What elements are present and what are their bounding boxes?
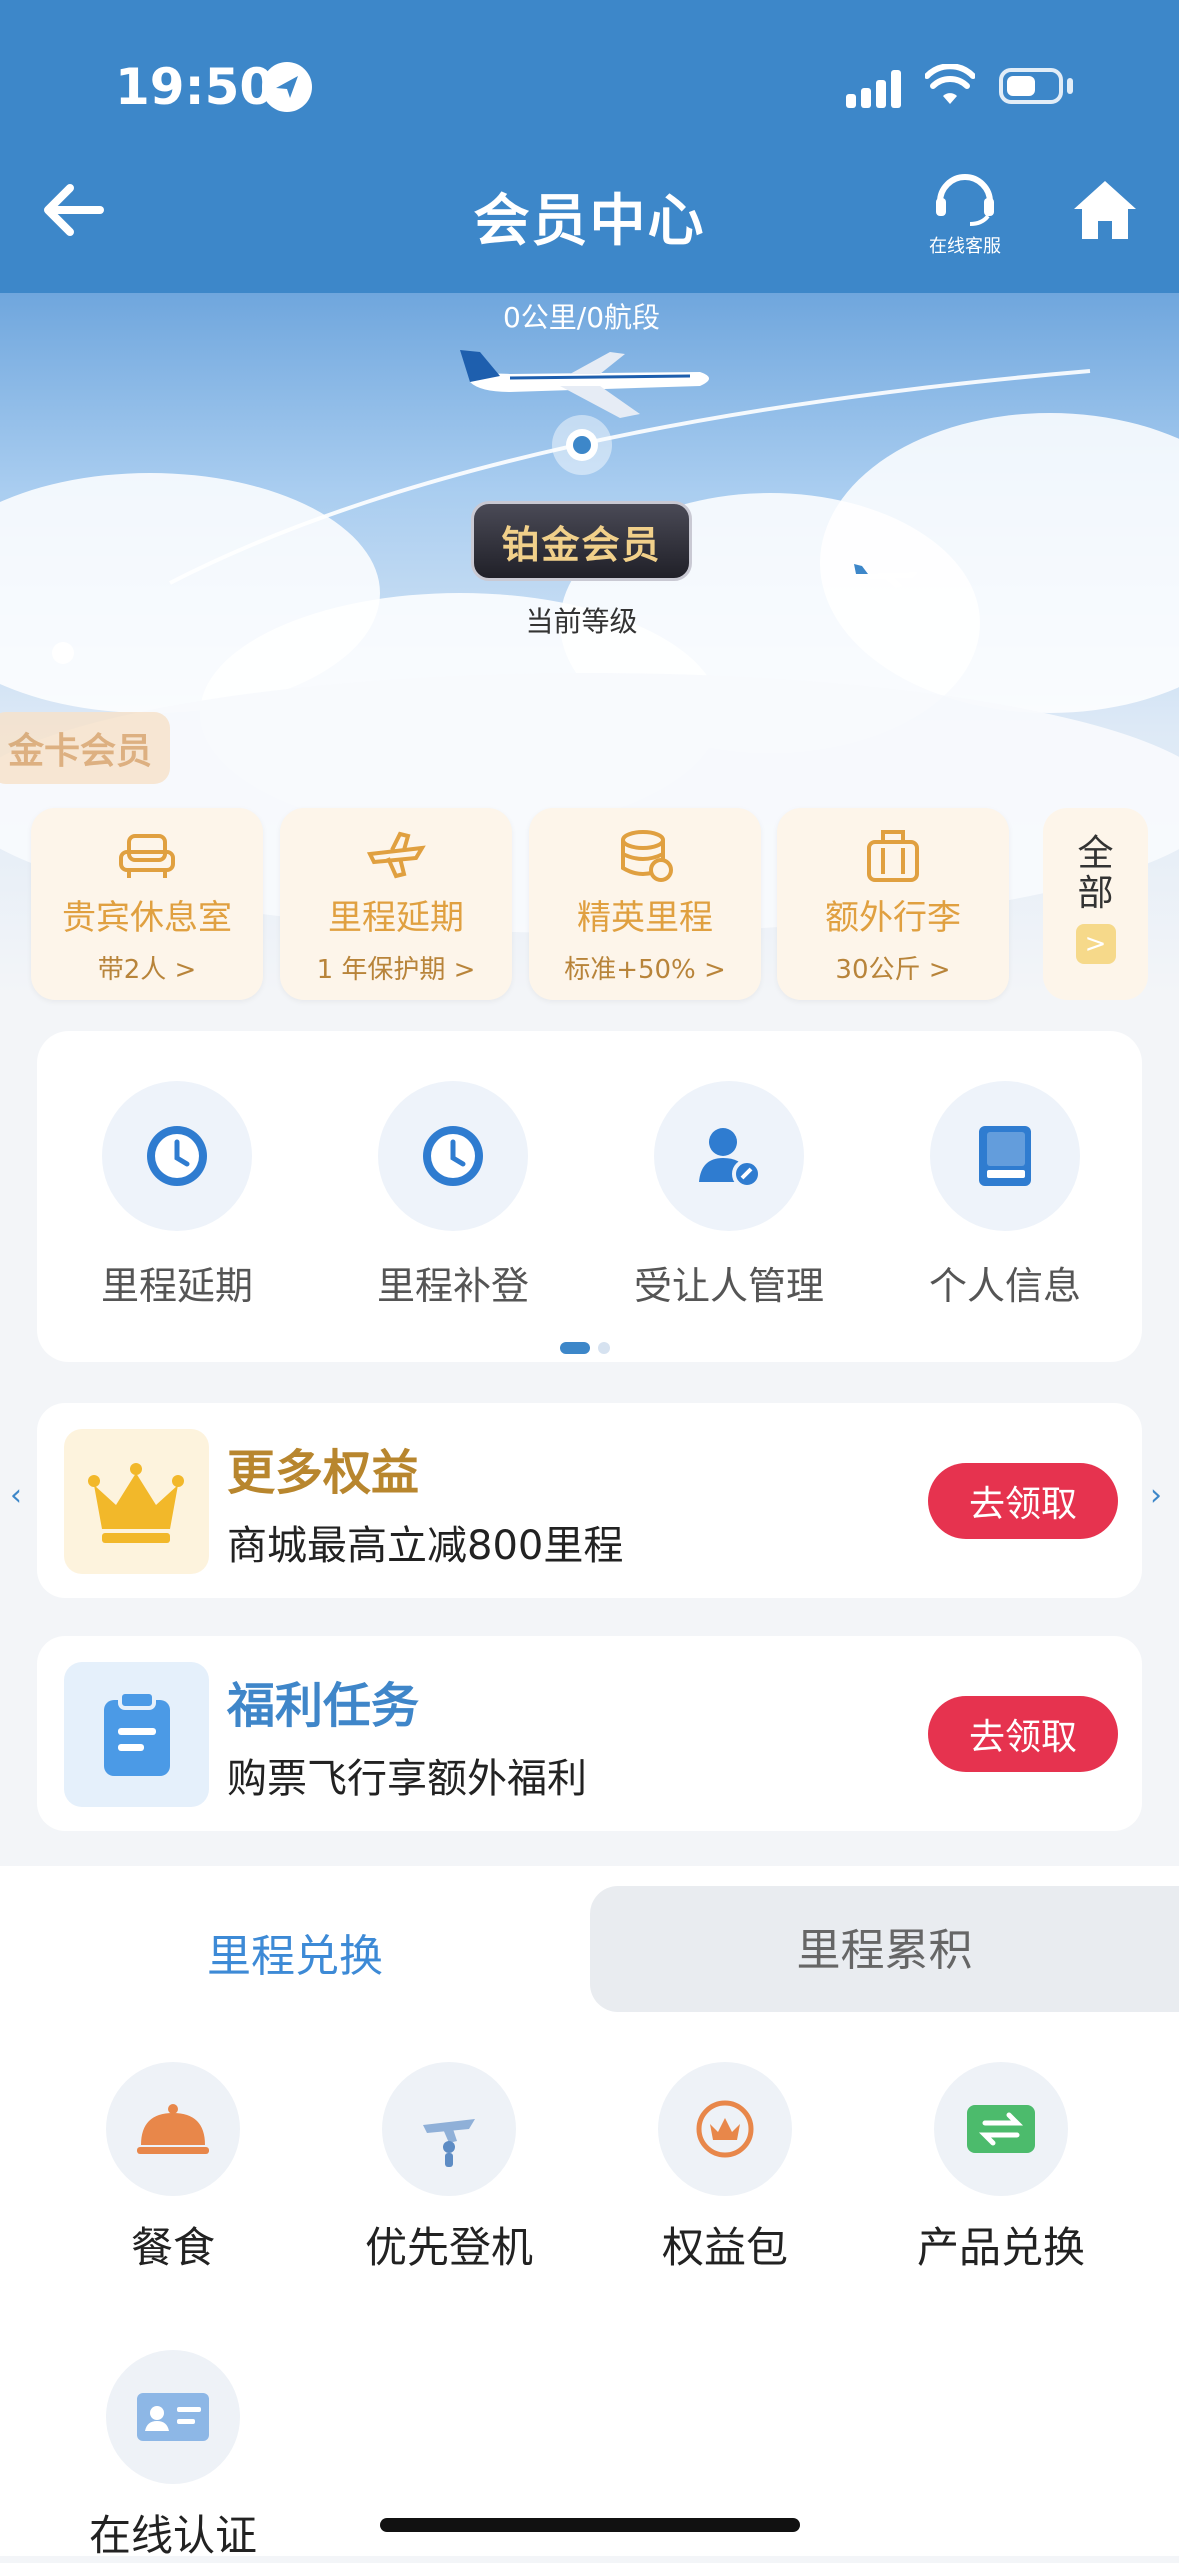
benefit-card-extra-baggage[interactable]: 额外行李 30公斤 > (777, 808, 1009, 1000)
promo-title: 更多权益 (227, 1445, 420, 1501)
quick-action-mileage-extend[interactable]: 里程延期 (62, 1081, 292, 1310)
current-level-caption: 当前等级 (525, 605, 638, 638)
crown-badge-icon (658, 2062, 792, 2196)
battery-icon (999, 68, 1063, 104)
chevron-left-icon[interactable]: ‹ (10, 1478, 22, 1513)
tab-mileage-exchange-label[interactable]: 里程兑换 (0, 1920, 590, 1984)
promo-subtitle: 商城最高立减800里程 (227, 1523, 624, 1569)
exchange-item-meal[interactable]: 餐食 (58, 2062, 288, 2275)
all-benefits-label: 全部 (1077, 833, 1114, 914)
pager-dot-active (560, 1342, 590, 1354)
all-benefits-button[interactable]: 全部 > (1043, 808, 1148, 1000)
airplane-icon (450, 342, 720, 422)
previous-level-tag[interactable]: 金卡会员 (0, 712, 170, 784)
sofa-icon (117, 828, 177, 884)
home-icon[interactable] (1070, 175, 1140, 245)
wifi-icon (924, 63, 976, 108)
level-track-dot (52, 642, 74, 664)
quick-action-beneficiary[interactable]: 受让人管理 (614, 1081, 844, 1310)
promo-subtitle: 购票飞行享额外福利 (227, 1756, 587, 1802)
pager-dot (598, 1342, 610, 1354)
headset-icon[interactable] (930, 168, 1000, 226)
chevron-right-icon[interactable]: › (1150, 1478, 1162, 1513)
boarding-icon (382, 2062, 516, 2196)
quick-action-mileage-claim[interactable]: 里程补登 (338, 1081, 568, 1310)
exchange-item-label: 权益包 (661, 2223, 788, 2272)
user-manage-icon (654, 1081, 804, 1231)
benefit-card-mileage-extend[interactable]: 里程延期 1 年保护期 > (280, 808, 512, 1000)
benefit-sub: 1 年保护期 > (316, 955, 476, 985)
benefit-sub: 标准+50% > (564, 955, 726, 985)
exchange-item-label: 优先登机 (364, 2223, 533, 2272)
location-arrow-icon (262, 62, 312, 112)
quick-action-label: 里程补登 (376, 1264, 529, 1308)
clipboard-icon (64, 1662, 209, 1807)
luggage-icon (863, 828, 923, 884)
benefit-title: 里程延期 (328, 898, 464, 938)
benefit-card-elite-mileage[interactable]: 精英里程 标准+50% > (529, 808, 761, 1000)
benefit-title: 精英里程 (577, 898, 713, 938)
quick-actions-panel: 里程延期 里程补登 受让人管理 个人信息 (37, 1031, 1142, 1362)
id-card-icon (106, 2350, 240, 2484)
claim-button[interactable]: 去领取 (928, 1696, 1118, 1772)
coins-icon (615, 828, 675, 884)
quick-action-label: 里程延期 (100, 1264, 253, 1308)
exchange-item-benefit-pack[interactable]: 权益包 (610, 2062, 840, 2275)
crown-icon (64, 1429, 209, 1574)
quick-action-personal-info[interactable]: 个人信息 (890, 1081, 1120, 1310)
exchange-item-priority-boarding[interactable]: 优先登机 (334, 2062, 564, 2275)
exchange-item-online-verification[interactable]: 在线认证 (58, 2350, 288, 2563)
promo-more-benefits[interactable]: 更多权益 商城最高立减800里程 去领取 (37, 1403, 1142, 1598)
battery-tip (1067, 78, 1073, 94)
online-service-label[interactable]: 在线客服 (910, 232, 1020, 258)
tab-mileage-accrual-label[interactable]: 里程累积 (590, 1914, 1179, 1978)
chevron-right-icon: > (1075, 924, 1116, 964)
quick-action-label: 个人信息 (928, 1264, 1081, 1308)
exchange-item-label: 餐食 (130, 2223, 215, 2272)
cloche-icon (106, 2062, 240, 2196)
promo-welfare-tasks[interactable]: 福利任务 购票飞行享额外福利 去领取 (37, 1636, 1142, 1831)
exchange-item-product-exchange[interactable]: 产品兑换 (886, 2062, 1116, 2275)
quick-action-label: 受让人管理 (633, 1264, 824, 1308)
exchange-icon (934, 2062, 1068, 2196)
home-indicator[interactable] (380, 2518, 800, 2532)
cellular-signal-icon (846, 70, 902, 108)
benefit-title: 贵宾休息室 (62, 898, 232, 938)
mileage-summary: 0公里/0航段 (502, 301, 661, 334)
exchange-item-label: 产品兑换 (916, 2223, 1085, 2272)
clock-icon (102, 1081, 252, 1231)
benefit-card-lounge[interactable]: 贵宾休息室 带2人 > (31, 808, 263, 1000)
promo-title: 福利任务 (227, 1678, 420, 1734)
clock-icon (378, 1081, 528, 1231)
exchange-item-label: 在线认证 (88, 2511, 257, 2560)
plane-extend-icon (366, 828, 426, 884)
small-airplane-icon (852, 560, 922, 590)
book-icon (930, 1081, 1080, 1231)
benefit-sub: 带2人 > (97, 955, 197, 985)
status-time: 19:50 (115, 58, 275, 116)
benefit-sub: 30公斤 > (835, 955, 951, 985)
benefit-title: 额外行李 (825, 898, 961, 938)
membership-level-badge: 铂金会员 (471, 501, 692, 581)
claim-button[interactable]: 去领取 (928, 1463, 1118, 1539)
